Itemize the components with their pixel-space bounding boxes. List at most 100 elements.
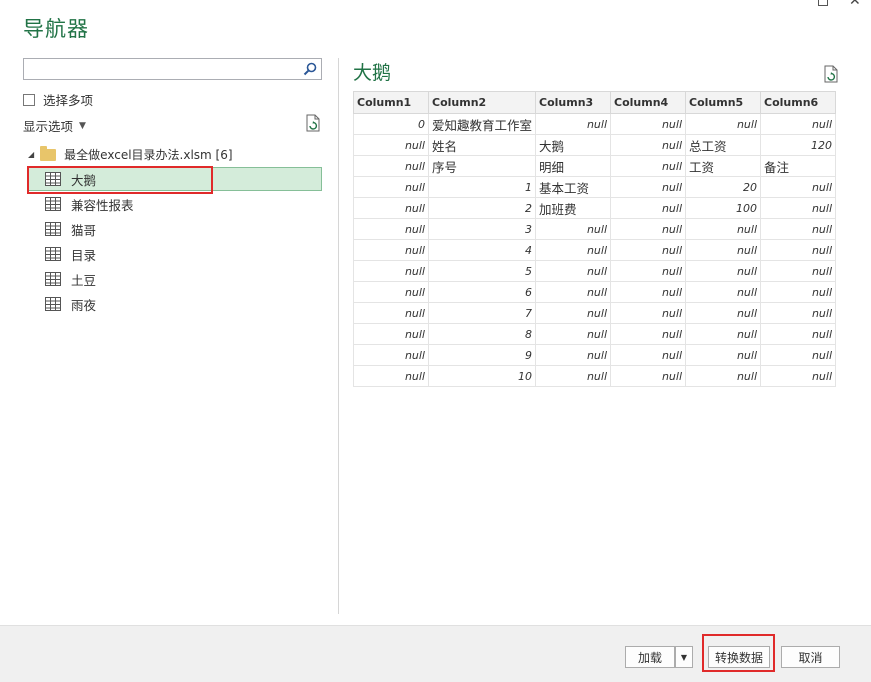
table-cell: null	[685, 281, 762, 303]
table-cell: null	[760, 302, 837, 324]
table-cell: null	[685, 365, 762, 387]
search-input[interactable]	[23, 58, 322, 80]
select-multiple-checkbox[interactable]	[23, 93, 35, 106]
table-cell: null	[760, 218, 837, 240]
table-icon	[45, 272, 61, 286]
close-icon[interactable]: ✕	[849, 0, 861, 9]
table-cell: null	[535, 323, 612, 345]
table-cell: 基本工资	[535, 176, 612, 198]
workbook-label: 最全做excel目录办法.xlsm [6]	[64, 148, 233, 162]
table-cell: null	[535, 365, 612, 387]
table-cell: 序号	[427, 155, 537, 177]
page-title: 导航器	[23, 17, 89, 41]
table-row: null 5 null null null null	[353, 260, 837, 282]
table-cell: null	[685, 344, 762, 366]
load-dropdown-button[interactable]: ▼	[675, 646, 693, 668]
table-cell: null	[610, 218, 687, 240]
table-cell: null	[535, 239, 612, 261]
display-options-dropdown[interactable]: 显示选项 ▼	[23, 116, 86, 135]
table-cell: null	[685, 323, 762, 345]
column-header[interactable]: Column4	[610, 91, 687, 114]
table-cell: null	[685, 113, 762, 135]
table-cell: null	[353, 365, 429, 387]
table-cell: null	[353, 155, 429, 177]
table-cell: null	[610, 134, 687, 156]
table-icon	[45, 297, 61, 311]
table-cell: null	[610, 197, 687, 219]
load-button[interactable]: 加载	[625, 646, 675, 668]
table-cell: null	[610, 113, 687, 135]
refresh-icon[interactable]	[305, 114, 321, 135]
table-cell: null	[353, 344, 429, 366]
column-header[interactable]: Column5	[685, 91, 762, 114]
table-cell: null	[760, 281, 837, 303]
table-cell: null	[760, 197, 837, 219]
table-cell: null	[610, 323, 687, 345]
table-cell: null	[610, 239, 687, 261]
table-cell: null	[353, 239, 429, 261]
table-cell: 7	[427, 302, 537, 324]
table-cell: 明细	[535, 155, 612, 177]
table-cell: 2	[427, 197, 537, 219]
table-cell: null	[535, 344, 612, 366]
table-cell: 4	[427, 239, 537, 261]
table-row: null 1 基本工资 null 20 null	[353, 176, 837, 198]
workbook-node[interactable]: ◢ 最全做excel目录办法.xlsm [6]	[28, 145, 233, 163]
tree-item-mulu[interactable]: 目录	[45, 242, 96, 266]
table-row: null 姓名 大鹅 null 总工资 120	[353, 134, 837, 156]
tree-item-compat-report[interactable]: 兼容性报表	[45, 192, 134, 216]
table-cell: null	[685, 302, 762, 324]
table-cell: null	[610, 365, 687, 387]
column-header[interactable]: Column6	[760, 91, 837, 114]
column-header[interactable]: Column1	[353, 91, 429, 114]
table-cell: null	[535, 260, 612, 282]
tree-item-label: 目录	[71, 247, 97, 263]
column-header[interactable]: Column2	[427, 91, 537, 114]
table-cell: 备注	[760, 155, 837, 177]
table-cell: 10	[427, 365, 537, 387]
table-row: null 4 null null null null	[353, 239, 837, 261]
table-cell: null	[760, 176, 837, 198]
table-cell: null	[535, 302, 612, 324]
tree-item-label: 猫哥	[71, 222, 97, 238]
expand-triangle-icon[interactable]: ◢	[28, 150, 34, 159]
table-row: null 2 加班费 null 100 null	[353, 197, 837, 219]
table-cell: null	[535, 113, 612, 135]
table-cell: null	[685, 218, 762, 240]
table-cell: null	[685, 239, 762, 261]
table-cell: null	[353, 260, 429, 282]
table-cell: 120	[760, 134, 837, 156]
table-cell: null	[760, 239, 837, 261]
table-cell: 加班费	[535, 197, 612, 219]
table-cell: 5	[427, 260, 537, 282]
table-cell: 100	[685, 197, 762, 219]
table-cell: null	[353, 323, 429, 345]
cancel-button[interactable]: 取消	[781, 646, 840, 668]
column-header[interactable]: Column3	[535, 91, 612, 114]
tree-item-yuye[interactable]: 雨夜	[45, 292, 96, 316]
table-cell: 工资	[685, 155, 762, 177]
tree-item-maoge[interactable]: 猫哥	[45, 217, 96, 241]
table-cell: 9	[427, 344, 537, 366]
table-cell: null	[760, 323, 837, 345]
select-multiple-label: 选择多项	[43, 93, 94, 108]
table-icon	[45, 247, 61, 261]
table-cell: null	[760, 365, 837, 387]
maximize-icon[interactable]	[818, 0, 828, 6]
table-body: 0 爱知趣教育工作室 null null null null null 姓名 大鹅 null 总工资…	[353, 113, 837, 387]
table-cell: 0	[353, 113, 429, 135]
display-options-label: 显示选项	[23, 119, 74, 134]
select-multiple-option[interactable]: 选择多项	[23, 90, 93, 109]
search-icon[interactable]	[299, 59, 321, 79]
table-row: null 3 null null null null	[353, 218, 837, 240]
table-cell: null	[353, 134, 429, 156]
table-cell: null	[353, 197, 429, 219]
table-cell: null	[760, 113, 837, 135]
refresh-icon[interactable]	[823, 65, 839, 86]
table-cell: null	[610, 260, 687, 282]
table-row: null 10 null null null null	[353, 365, 837, 387]
table-cell: null	[610, 281, 687, 303]
table-cell: null	[353, 281, 429, 303]
pane-divider[interactable]	[338, 58, 339, 614]
tree-item-tudou[interactable]: 土豆	[45, 267, 96, 291]
